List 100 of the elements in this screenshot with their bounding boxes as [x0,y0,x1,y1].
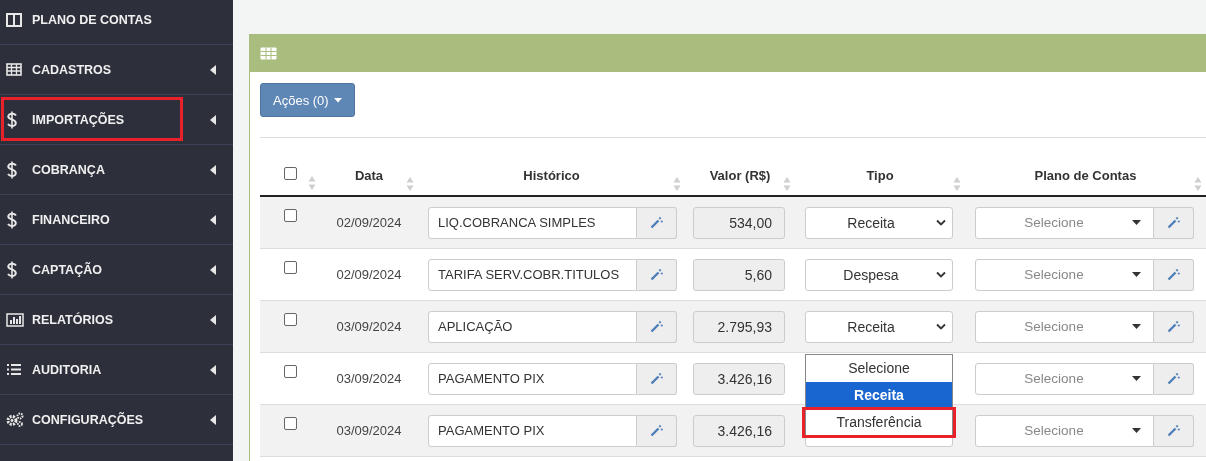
date-cell-text: 03/09/2024 [335,319,403,334]
dollar-icon [6,210,18,229]
wand-button[interactable] [637,206,677,239]
history-field[interactable]: PAGAMENTO PIX [428,414,637,447]
type-select[interactable]: Despesa [805,258,953,291]
date-cell-text: 03/09/2024 [335,423,403,438]
dollar-icon [6,110,18,129]
sort-icon[interactable] [953,176,961,192]
account-plan-select[interactable]: Selecione [975,258,1154,291]
wand-button[interactable] [637,258,677,291]
sidebar-item[interactable]: IMPORTAÇÕES [0,95,233,145]
caret-down-icon [1132,220,1141,225]
caret-icon [210,164,216,175]
gears-icon [6,412,24,427]
value-field: 3.426,16 [693,414,785,447]
account-plan-select[interactable]: Selecione [975,310,1154,343]
account-plan-select[interactable]: Selecione [975,414,1154,447]
sidebar-item[interactable]: CADASTROS [0,45,233,95]
caret-down-icon [1132,324,1141,329]
sort-icon[interactable] [406,176,414,192]
sidebar-item[interactable]: FINANCEIRO [0,195,233,245]
caret-icon [210,314,216,325]
caret-down-icon [1132,376,1141,381]
sort-icon[interactable] [1194,176,1202,192]
wand-button[interactable] [1154,258,1194,291]
chevron-down-icon [936,219,946,226]
dollar-icon [6,160,18,179]
sort-icon[interactable] [673,176,681,192]
sidebar-item[interactable]: RELATÓRIOS [0,295,233,345]
caret-down-icon [1132,272,1141,277]
list-icon [6,363,22,376]
value-field: 5,60 [693,258,785,291]
dropdown-option[interactable]: Selecione [806,354,952,382]
caret-icon [210,64,216,75]
checkbox[interactable] [283,313,297,326]
type-select[interactable]: Receita [805,206,953,239]
caret-icon [210,414,216,425]
magic-wand-icon [1167,372,1180,385]
wand-button[interactable] [637,414,677,447]
caret-icon [210,214,216,225]
actions-button[interactable]: Ações (0) [260,83,355,117]
magic-wand-icon [650,424,663,437]
magic-wand-icon [650,320,663,333]
chevron-down-icon [936,271,946,278]
column-header: Valor (R$) [709,168,771,183]
magic-wand-icon [650,216,663,229]
magic-wand-icon [650,268,663,281]
dropdown-option[interactable]: Transferência [804,408,954,436]
table-icon [6,63,22,76]
caret-icon [210,264,216,275]
column-header: Histórico [523,168,580,183]
wand-button[interactable] [637,362,677,395]
date-cell-text: 02/09/2024 [335,215,403,230]
wand-button[interactable] [1154,362,1194,395]
columns-icon [6,12,22,27]
wand-button[interactable] [1154,414,1194,447]
column-header: Plano de Contas [1034,168,1137,183]
checkbox[interactable] [283,167,297,180]
caret-down-icon [333,97,342,103]
checkbox[interactable] [283,261,297,274]
history-field[interactable]: APLICAÇÃO [428,310,637,343]
value-field: 2.795,93 [693,310,785,343]
checkbox[interactable] [283,209,297,222]
history-field[interactable]: LIQ.COBRANCA SIMPLES [428,206,637,239]
sidebar-item[interactable]: COBRANÇA [0,145,233,195]
magic-wand-icon [1167,320,1180,333]
wand-button[interactable] [1154,310,1194,343]
sidebar-item[interactable]: CAPTAÇÃO [0,245,233,295]
wand-button[interactable] [1154,206,1194,239]
caret-down-icon [1132,428,1141,433]
date-cell-text: 03/09/2024 [335,371,403,386]
dropdown-option[interactable]: Receita [806,381,952,409]
magic-wand-icon [1167,268,1180,281]
value-field: 3.426,16 [693,362,785,395]
magic-wand-icon [1167,424,1180,437]
sidebar-item[interactable]: CONFIGURAÇÕES [0,395,233,445]
checkbox[interactable] [283,365,297,378]
magic-wand-icon [1167,216,1180,229]
checkbox[interactable] [283,417,297,430]
account-plan-select[interactable]: Selecione [975,362,1154,395]
value-field: 534,00 [693,206,785,239]
dollar-icon [6,260,18,279]
type-select[interactable]: Receita [805,310,953,343]
sidebar-item[interactable]: AUDITORIA [0,345,233,395]
caret-icon [210,114,216,125]
sort-icon[interactable] [783,176,791,192]
sidebar-item[interactable]: PLANO DE CONTAS [0,0,233,45]
table-icon [260,47,277,60]
magic-wand-icon [650,372,663,385]
wand-button[interactable] [637,310,677,343]
sort-icon[interactable] [308,175,316,191]
date-cell-text: 02/09/2024 [335,267,403,282]
column-header: Tipo [866,168,894,183]
history-field[interactable]: PAGAMENTO PIX [428,362,637,395]
account-plan-select[interactable]: Selecione [975,206,1154,239]
caret-icon [210,364,216,375]
bar-chart-icon [6,312,24,327]
history-field[interactable]: TARIFA SERV.COBR.TITULOS [428,258,637,291]
column-header: Data [354,168,384,183]
chevron-down-icon [936,323,946,330]
